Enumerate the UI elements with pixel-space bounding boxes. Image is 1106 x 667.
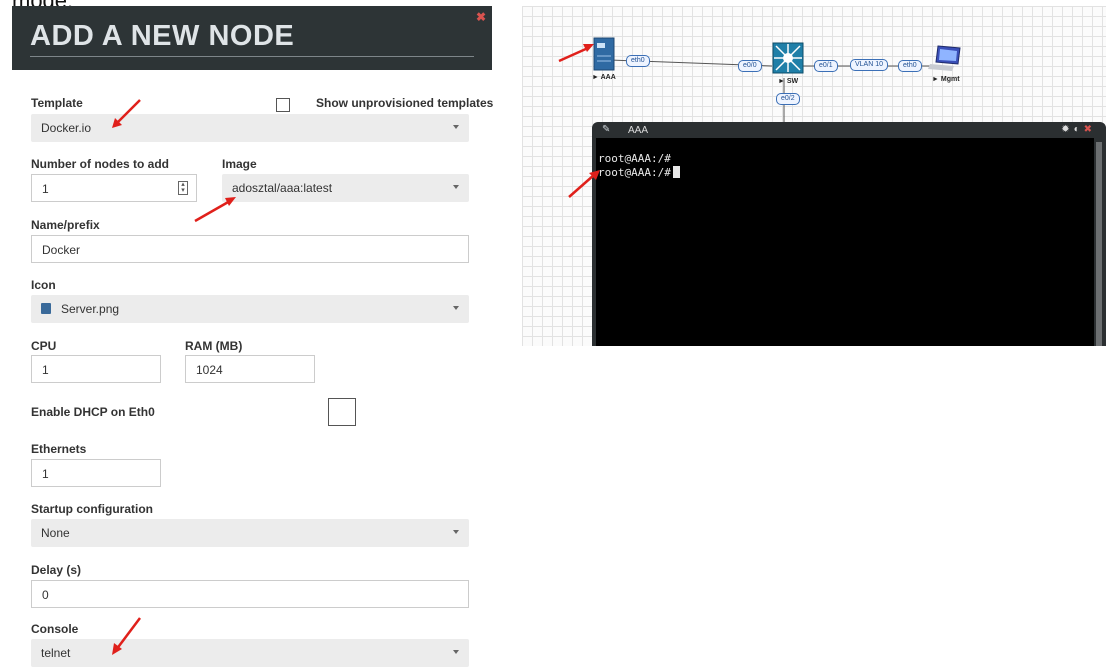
ram-label: RAM (MB) [185, 339, 243, 353]
icon-select[interactable]: Server.png [31, 295, 469, 323]
cpu-label: CPU [31, 339, 57, 353]
nodes-to-add-label: Number of nodes to add [31, 157, 169, 171]
template-value: Docker.io [41, 121, 92, 135]
close-icon[interactable]: ✖ [476, 10, 486, 24]
chevron-down-icon [453, 530, 459, 534]
interface-label: e0/1 [814, 60, 838, 72]
template-label: Template [31, 96, 83, 110]
ethernets-input[interactable]: 1 [31, 459, 161, 487]
dialog-header: ADD A NEW NODE ✖ [12, 6, 492, 70]
show-unprovisioned-label: Show unprovisioned templates [316, 96, 494, 110]
image-value: adosztal/aaa:latest [232, 181, 333, 195]
name-prefix-input[interactable]: Docker [31, 235, 469, 263]
scrollbar[interactable] [1096, 142, 1102, 346]
server-icon [41, 303, 51, 314]
startup-config-value: None [41, 526, 70, 540]
console-label: Console [31, 622, 79, 636]
vlan-label: VLAN 10 [850, 59, 889, 71]
name-prefix-label: Name/prefix [31, 218, 100, 232]
annotation-arrow [194, 197, 236, 223]
template-select[interactable]: Docker.io [31, 114, 469, 142]
image-label: Image [222, 157, 257, 171]
show-unprovisioned-checkbox[interactable] [276, 98, 290, 112]
console-value: telnet [41, 646, 71, 660]
startup-config-label: Startup configuration [31, 502, 153, 516]
stepper-icon[interactable]: ▴ ▾ [178, 181, 188, 195]
interface-label: e0/0 [738, 60, 762, 72]
name-prefix-value: Docker [42, 243, 81, 257]
node-label-sw[interactable]: ► SW [778, 78, 798, 85]
edit-icon[interactable]: ✎ [602, 124, 610, 135]
node-name: Mgmt [940, 76, 960, 83]
annotation-arrow [112, 99, 141, 128]
icon-label: Icon [31, 278, 56, 292]
computer-icon[interactable] [928, 44, 962, 72]
interface-label: eth0 [898, 60, 922, 72]
dhcp-label: Enable DHCP on Eth0 [31, 405, 155, 419]
delay-value: 0 [42, 588, 49, 602]
chevron-down-icon [453, 185, 459, 189]
nodes-to-add-value: 1 [42, 182, 49, 196]
cpu-value: 1 [42, 363, 49, 377]
startup-config-select[interactable]: None [31, 519, 469, 547]
dialog-title: ADD A NEW NODE [30, 20, 295, 52]
image-select[interactable]: adosztal/aaa:latest [222, 174, 469, 202]
terminal-window[interactable]: ✎ AAA ✹◐✖ root@AAA:/# root@AAA:/# [592, 122, 1106, 346]
cpu-input[interactable]: 1 [31, 355, 161, 383]
node-label-aaa[interactable]: ► AAA [592, 74, 616, 81]
switch-icon[interactable] [772, 42, 804, 74]
console-select[interactable]: telnet [31, 639, 469, 667]
chevron-down-icon [453, 306, 459, 310]
terminal-line: root@AAA:/# [598, 152, 671, 165]
chevron-down-icon [453, 650, 459, 654]
annotation-arrow [558, 44, 594, 63]
topology-canvas[interactable]: ► AAA ► SW ► Mgmt eth0 e0/0 e0/1 VLAN 10… [522, 6, 1106, 346]
terminal-screen[interactable]: root@AAA:/# root@AAA:/# [596, 138, 1094, 346]
terminal-line: root@AAA:/# [598, 166, 680, 179]
delay-label: Delay (s) [31, 563, 82, 577]
node-label-mgmt[interactable]: ► Mgmt [932, 76, 960, 83]
interface-label: e0/2 [776, 93, 800, 105]
node-name: SW [786, 78, 799, 85]
dhcp-checkbox[interactable] [328, 398, 356, 426]
cursor [672, 166, 680, 178]
annotation-arrow [112, 617, 141, 655]
terminal-title: AAA [628, 125, 649, 136]
window-controls[interactable]: ✹◐✖ [1061, 124, 1096, 135]
ethernets-label: Ethernets [31, 442, 87, 456]
ram-value: 1024 [196, 363, 223, 377]
interface-label: eth0 [626, 55, 650, 67]
delay-input[interactable]: 0 [31, 580, 469, 608]
title-divider [30, 56, 474, 57]
annotation-arrow [568, 170, 600, 198]
icon-value: Server.png [61, 302, 120, 316]
nodes-to-add-input[interactable]: 1 ▴ ▾ [31, 174, 197, 202]
chevron-down-icon [453, 125, 459, 129]
prompt-text: root@AAA:/# [598, 166, 671, 179]
ram-input[interactable]: 1024 [185, 355, 315, 383]
ethernets-value: 1 [42, 467, 49, 481]
node-name: AAA [600, 74, 616, 81]
